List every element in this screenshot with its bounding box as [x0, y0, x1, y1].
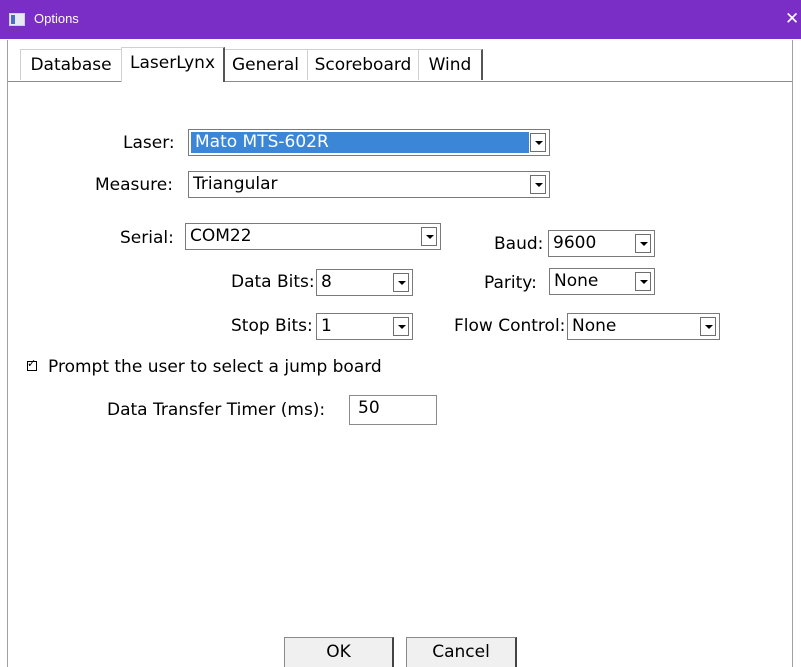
- window-title: Options: [34, 11, 79, 26]
- stop-bits-value: 1: [321, 316, 332, 336]
- chevron-down-icon[interactable]: [635, 272, 651, 291]
- laser-label: Laser:: [123, 133, 175, 153]
- stop-bits-label: Stop Bits:: [231, 316, 313, 336]
- baud-value: 9600: [553, 233, 597, 253]
- prompt-jump-board-checkbox[interactable]: ✓: [27, 357, 37, 371]
- checkmark-icon: ✓: [27, 357, 37, 370]
- flow-control-value: None: [572, 316, 617, 336]
- tab-strip: Database LaserLynx General Scoreboard Wi…: [8, 47, 792, 82]
- parity-select[interactable]: None: [549, 268, 655, 295]
- baud-label: Baud:: [494, 234, 544, 254]
- dialog-left-border: [7, 40, 8, 667]
- close-button[interactable]: ✕: [785, 6, 801, 32]
- prompt-jump-board-label[interactable]: Prompt the user to select a jump board: [48, 356, 382, 378]
- title-bar: Options ✕: [0, 0, 801, 39]
- chevron-down-icon[interactable]: [530, 175, 546, 194]
- parity-value: None: [554, 271, 599, 291]
- stop-bits-select[interactable]: 1: [316, 313, 413, 340]
- laser-select[interactable]: Mato MTS-602R: [188, 129, 550, 156]
- serial-value: COM22: [190, 226, 252, 246]
- chevron-down-icon[interactable]: [393, 317, 409, 336]
- serial-label: Serial:: [120, 228, 174, 248]
- tab-wind[interactable]: Wind: [418, 49, 483, 80]
- tab-scoreboard[interactable]: Scoreboard: [307, 49, 420, 80]
- flow-control-label: Flow Control:: [454, 316, 566, 336]
- tab-database[interactable]: Database: [20, 49, 123, 80]
- chevron-down-icon[interactable]: [421, 227, 437, 246]
- data-bits-value: 8: [321, 272, 332, 292]
- cancel-button[interactable]: Cancel: [406, 637, 517, 667]
- chevron-down-icon[interactable]: [393, 273, 409, 292]
- measure-label: Measure:: [95, 175, 173, 195]
- tab-general[interactable]: General: [223, 49, 309, 80]
- serial-select[interactable]: COM22: [185, 223, 441, 250]
- chevron-down-icon[interactable]: [635, 234, 651, 253]
- app-icon: [9, 13, 25, 26]
- data-transfer-timer-input[interactable]: 50: [349, 395, 437, 425]
- measure-select[interactable]: Triangular: [188, 171, 550, 198]
- baud-select[interactable]: 9600: [548, 230, 655, 257]
- data-transfer-timer-label: Data Transfer Timer (ms):: [107, 400, 326, 420]
- dialog-right-border: [792, 40, 793, 667]
- data-bits-select[interactable]: 8: [316, 269, 413, 296]
- parity-label: Parity:: [484, 273, 537, 293]
- laser-value: Mato MTS-602R: [191, 132, 529, 153]
- flow-control-select[interactable]: None: [567, 313, 720, 340]
- data-bits-label: Data Bits:: [231, 272, 315, 292]
- chevron-down-icon[interactable]: [530, 133, 546, 152]
- chevron-down-icon[interactable]: [700, 317, 716, 336]
- tab-laserlynx[interactable]: LaserLynx: [121, 47, 225, 82]
- ok-button[interactable]: OK: [284, 637, 394, 667]
- measure-value: Triangular: [193, 174, 278, 194]
